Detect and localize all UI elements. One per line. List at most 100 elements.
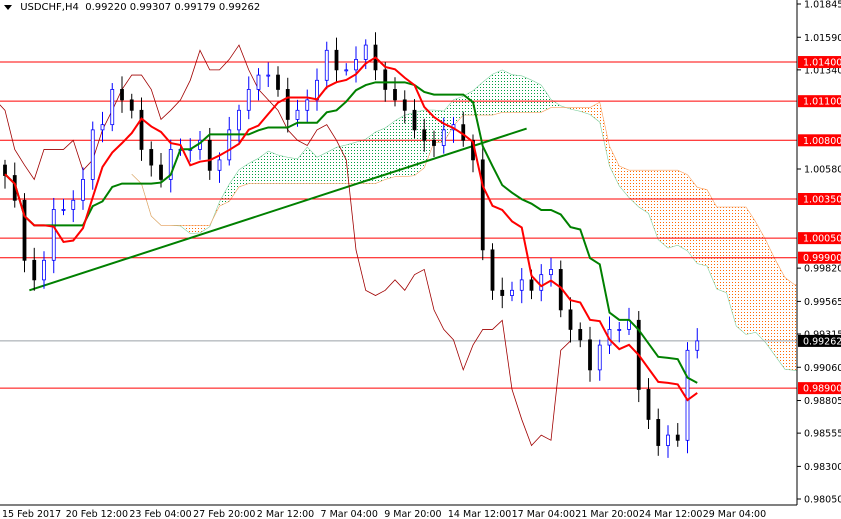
bid-price-label: 0.99262	[803, 336, 841, 347]
ichimoku-cloud-segment	[755, 221, 766, 343]
candle-body	[90, 129, 95, 180]
candle-body	[432, 139, 436, 146]
candle-body	[32, 259, 37, 281]
candle-body	[461, 124, 466, 141]
level-price-label: 0.99900	[803, 253, 841, 264]
ichimoku-cloud-segment	[687, 174, 698, 264]
y-tick-label: 1.01845	[804, 0, 841, 11]
candle-body	[256, 74, 261, 90]
x-tick-label: 23 Feb 04:00	[129, 509, 191, 519]
dropdown-triangle-icon[interactable]	[4, 4, 12, 10]
candle-body	[344, 69, 349, 72]
ichimoku-cloud-segment	[219, 184, 230, 207]
ichimoku-cloud-segment	[248, 158, 259, 184]
candle-body	[568, 309, 573, 330]
ichimoku-cloud-segment	[258, 151, 269, 184]
ichimoku-cloud-segment	[482, 74, 493, 116]
candle-body	[393, 89, 397, 101]
level-price-label: 1.00800	[803, 136, 841, 147]
ichimoku-cloud-segment	[736, 206, 746, 335]
ichimoku-cloud-segment	[229, 169, 239, 202]
ichimoku-cloud-segment	[609, 146, 620, 186]
x-tick-label: 9 Mar 20:00	[384, 509, 441, 519]
candle-body	[441, 129, 446, 146]
candle-body	[588, 339, 592, 371]
ichimoku-cloud-segment	[599, 102, 610, 167]
candle-body	[71, 199, 76, 210]
candle-body	[617, 329, 622, 331]
level-price-label: 1.01100	[803, 97, 841, 108]
candle-body	[81, 179, 85, 201]
ichimoku-cloud-segment	[638, 170, 649, 214]
x-tick-label: 7 Mar 04:00	[321, 509, 378, 519]
ichimoku-cloud-segment	[395, 115, 405, 177]
y-tick-label: 0.98050	[804, 495, 841, 506]
candle-body	[266, 74, 271, 77]
candle-body	[519, 279, 524, 291]
y-tick-label: 0.98555	[804, 429, 841, 440]
candle-body	[295, 109, 300, 120]
y-tick-label: 0.98805	[804, 396, 841, 407]
ichimoku-cloud-segment	[775, 259, 785, 370]
candle-body	[207, 139, 212, 171]
candle-body	[510, 289, 514, 296]
level-price-label: 0.98900	[803, 384, 841, 395]
symbol: USDCHF,H4	[20, 2, 79, 13]
ichimoku-cloud-segment	[580, 107, 590, 115]
candle-body	[217, 159, 222, 171]
ichimoku-cloud-segment	[385, 120, 395, 180]
ichimoku-cloud-segment	[629, 170, 639, 207]
candle-body	[334, 49, 339, 71]
candle-body	[285, 89, 290, 120]
candle-body	[695, 340, 700, 351]
candle-body	[61, 209, 66, 211]
candle-body	[529, 279, 534, 291]
candle-body	[276, 74, 280, 90]
candle-body	[139, 109, 144, 150]
x-tick-label: 27 Feb 20:00	[193, 509, 255, 519]
candle-body	[237, 109, 241, 131]
ohlc-open: 0.99220	[85, 2, 127, 13]
price-chart[interactable]: 1.018451.015901.013401.005800.998200.995…	[0, 0, 841, 519]
candle-body	[490, 249, 495, 291]
candle-body	[42, 259, 46, 281]
ichimoku-cloud-segment	[287, 157, 298, 184]
candle-body	[383, 69, 388, 90]
trendline[interactable]	[29, 127, 527, 292]
candle-body	[646, 389, 651, 420]
ichimoku-cloud-segment	[463, 90, 473, 116]
candle-body	[597, 344, 602, 371]
ichimoku-cloud-segment	[648, 170, 659, 240]
candle-body	[578, 329, 583, 341]
candle-body	[149, 149, 154, 166]
y-tick-label: 0.99565	[804, 297, 841, 308]
x-tick-label: 15 Feb 2017	[2, 509, 61, 519]
ichimoku-cloud-segment	[317, 152, 327, 184]
candle-body	[549, 269, 553, 276]
y-tick-label: 1.00580	[804, 165, 841, 176]
ichimoku-cloud-segment	[326, 147, 337, 184]
ohlc-close: 0.99262	[218, 2, 261, 13]
y-tick-label: 1.01590	[804, 33, 841, 44]
level-price-label: 1.00050	[803, 234, 841, 245]
candle-body	[685, 349, 690, 441]
candle-body	[110, 89, 115, 126]
candle-body	[480, 159, 485, 251]
ichimoku-cloud-segment	[365, 132, 376, 184]
ichimoku-cloud-segment	[716, 206, 727, 293]
x-tick-label: 17 Mar 04:00	[512, 509, 575, 519]
ichimoku-cloud-segment	[492, 69, 503, 116]
ichimoku-cloud-segment	[746, 206, 756, 335]
candle-body	[305, 99, 310, 111]
x-tick-label: 20 Feb 12:00	[66, 509, 128, 519]
x-tick-label: 21 Mar 20:00	[575, 509, 638, 519]
candle-body	[159, 164, 163, 180]
ichimoku-cloud-segment	[502, 69, 512, 113]
candle-body	[246, 89, 251, 111]
candle-body	[422, 129, 427, 141]
candle-body	[666, 434, 670, 446]
candle-body	[354, 59, 358, 71]
candle-body	[324, 49, 329, 81]
ichimoku-cloud-segment	[268, 151, 278, 184]
x-tick-label: 24 Mar 12:00	[639, 509, 702, 519]
